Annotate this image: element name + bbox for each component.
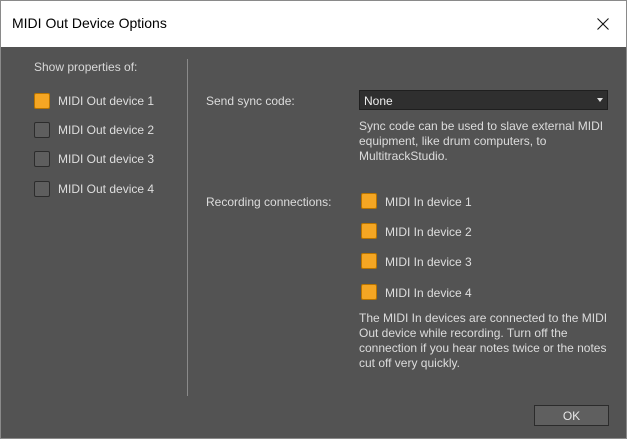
- device-1-checkbox[interactable]: [34, 93, 50, 109]
- dialog-body: Show properties of: MIDI Out device 1 MI…: [1, 47, 626, 438]
- recording-connections-label: Recording connections:: [206, 195, 332, 209]
- device-3-checkbox[interactable]: [34, 151, 50, 167]
- midi-in-1-label[interactable]: MIDI In device 1: [385, 195, 472, 209]
- midi-in-3-label[interactable]: MIDI In device 3: [385, 255, 472, 269]
- device-4-label[interactable]: MIDI Out device 4: [58, 182, 154, 196]
- device-4-checkbox[interactable]: [34, 181, 50, 197]
- midi-in-4-checkbox[interactable]: [361, 284, 377, 300]
- close-button[interactable]: [580, 1, 626, 47]
- sync-code-note: Sync code can be used to slave external …: [359, 119, 604, 163]
- window-title: MIDI Out Device Options: [12, 15, 167, 31]
- midi-in-1-checkbox[interactable]: [361, 193, 377, 209]
- ok-button[interactable]: OK: [534, 405, 609, 426]
- midi-in-4-label[interactable]: MIDI In device 4: [385, 286, 472, 300]
- chevron-down-icon: [597, 98, 603, 102]
- device-2-label[interactable]: MIDI Out device 2: [58, 123, 154, 137]
- recording-connections-note: The MIDI In devices are connected to the…: [359, 311, 608, 370]
- device-3-label[interactable]: MIDI Out device 3: [58, 152, 154, 166]
- device-list-panel: Show properties of: MIDI Out device 1 MI…: [1, 47, 188, 438]
- sync-code-value: None: [364, 94, 393, 108]
- sync-code-select[interactable]: None: [359, 90, 608, 110]
- panel-divider: [187, 59, 188, 396]
- device-2-checkbox[interactable]: [34, 122, 50, 138]
- midi-in-2-checkbox[interactable]: [361, 223, 377, 239]
- dialog-window: MIDI Out Device Options Show properties …: [0, 0, 627, 439]
- sync-code-label: Send sync code:: [206, 94, 295, 108]
- device-1-label[interactable]: MIDI Out device 1: [58, 94, 154, 108]
- title-bar: MIDI Out Device Options: [1, 1, 626, 47]
- close-icon: [597, 18, 609, 30]
- midi-in-2-label[interactable]: MIDI In device 2: [385, 225, 472, 239]
- show-properties-label: Show properties of:: [34, 60, 138, 74]
- midi-in-3-checkbox[interactable]: [361, 253, 377, 269]
